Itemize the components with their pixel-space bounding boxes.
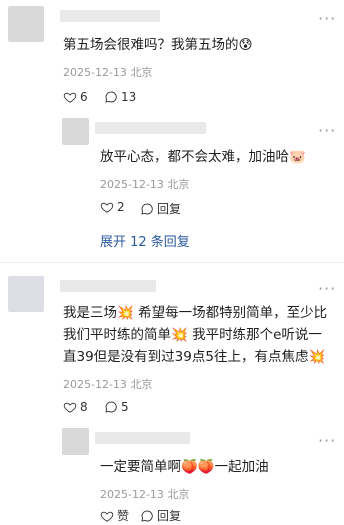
heart-icon bbox=[63, 92, 77, 103]
reply-text: 放平心态，都不会太难，加油哈🐷 bbox=[100, 149, 306, 165]
username[interactable] bbox=[60, 280, 156, 292]
like-button[interactable]: 2 bbox=[100, 200, 125, 214]
reply-meta: 2025-12-13 北京 bbox=[100, 488, 190, 501]
reply-label: 回复 bbox=[157, 509, 182, 523]
more-options-icon[interactable]: ··· bbox=[318, 121, 336, 140]
comment-icon bbox=[141, 203, 153, 215]
reply-count: 5 bbox=[121, 400, 129, 414]
heart-icon bbox=[63, 402, 77, 413]
comment-icon bbox=[105, 91, 117, 103]
reply-count: 13 bbox=[121, 90, 137, 104]
reply-count-button[interactable]: 13 bbox=[104, 90, 136, 104]
comment-meta: 2025-12-13 北京 bbox=[63, 378, 153, 391]
avatar[interactable] bbox=[62, 428, 89, 455]
comment-icon bbox=[105, 401, 117, 413]
username[interactable] bbox=[95, 432, 190, 444]
like-count: 6 bbox=[80, 90, 88, 104]
like-count: 8 bbox=[80, 400, 88, 414]
more-options-icon[interactable]: ··· bbox=[318, 431, 336, 450]
comment-text: 第五场会很难吗？我第五场的😰 bbox=[63, 37, 253, 53]
more-options-icon[interactable]: ··· bbox=[318, 279, 336, 298]
like-button[interactable]: 赞 bbox=[100, 507, 129, 524]
avatar[interactable] bbox=[8, 6, 44, 42]
heart-icon bbox=[100, 511, 114, 522]
heart-icon bbox=[100, 202, 114, 213]
comment-icon bbox=[141, 510, 153, 522]
reply-button[interactable]: 回复 bbox=[140, 507, 181, 524]
comment-text: 我是三场💥 希望每一场都特别简单，至少比 我们平时练的简单💥 我平时练那个e听说… bbox=[63, 305, 328, 365]
reply-button[interactable]: 回复 bbox=[140, 200, 181, 217]
avatar[interactable] bbox=[62, 118, 89, 145]
username[interactable] bbox=[95, 122, 206, 134]
reply-text: 一定要简单啊🍑🍑一起加油 bbox=[100, 459, 269, 475]
username[interactable] bbox=[60, 10, 160, 22]
avatar[interactable] bbox=[8, 276, 44, 312]
like-button[interactable]: 6 bbox=[63, 90, 88, 104]
expand-replies-link[interactable]: 展开 12 条回复 bbox=[100, 231, 190, 250]
reply-meta: 2025-12-13 北京 bbox=[100, 178, 190, 191]
like-label: 赞 bbox=[117, 509, 130, 523]
like-button[interactable]: 8 bbox=[63, 400, 88, 414]
reply-count-button[interactable]: 5 bbox=[104, 400, 129, 414]
comment-meta: 2025-12-13 北京 bbox=[63, 66, 153, 79]
thread-divider bbox=[0, 262, 344, 263]
more-options-icon[interactable]: ··· bbox=[318, 9, 336, 28]
like-count: 2 bbox=[117, 200, 125, 214]
reply-label: 回复 bbox=[157, 202, 182, 216]
